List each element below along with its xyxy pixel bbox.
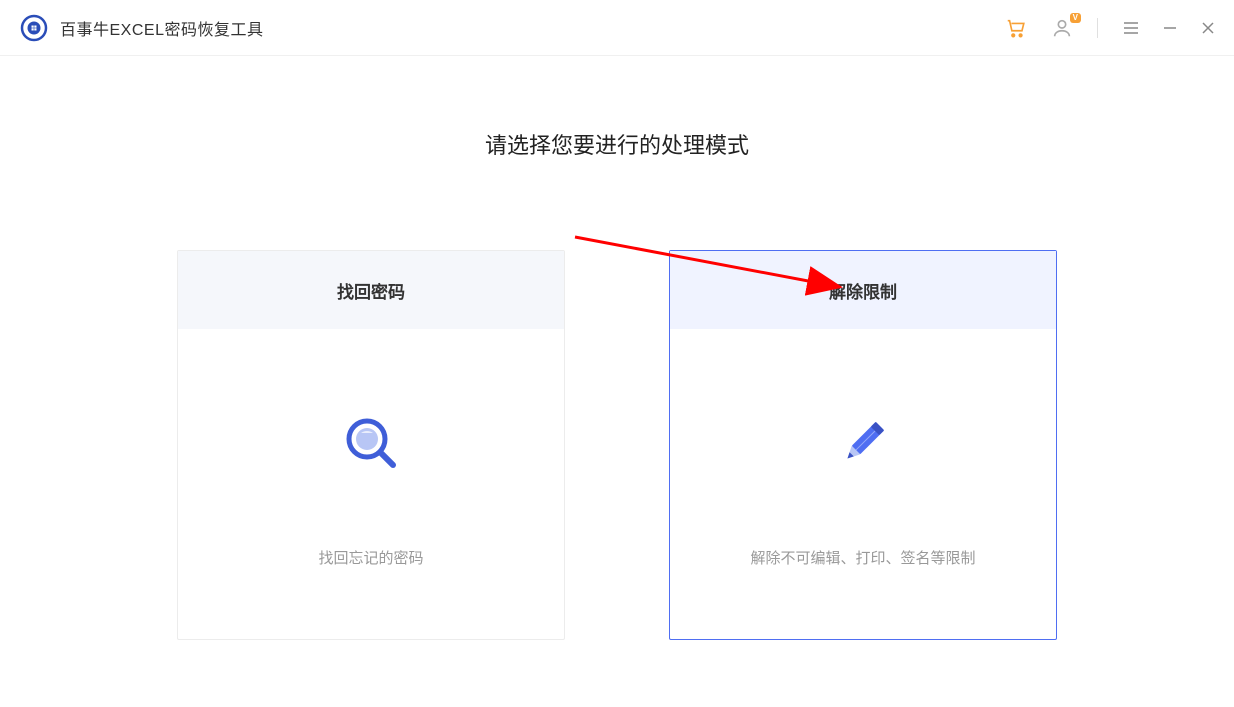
card-remove-restriction[interactable]: 解除限制 解除不可编辑、打印、签名等限制 [669,250,1057,640]
window-controls [1122,19,1216,37]
titlebar-left: 百事牛EXCEL密码恢复工具 [20,14,263,42]
titlebar: 百事牛EXCEL密码恢复工具 V [0,0,1234,56]
titlebar-divider [1097,18,1098,38]
mode-cards: 找回密码 找回忘记的密码 解除限制 [177,250,1057,640]
main-content: 请选择您要进行的处理模式 找回密码 找回忘记的密码 解除限制 [0,56,1234,640]
page-heading: 请选择您要进行的处理模式 [485,128,749,160]
cart-icon[interactable] [1005,17,1027,39]
titlebar-right: V [1005,17,1216,39]
pencil-icon [831,411,895,475]
card-remove-title: 解除限制 [670,251,1056,329]
user-icon[interactable]: V [1051,17,1073,39]
magnifier-icon [339,411,403,475]
minimize-icon[interactable] [1162,20,1178,36]
card-recover-title: 找回密码 [178,251,564,329]
menu-icon[interactable] [1122,19,1140,37]
card-recover-password[interactable]: 找回密码 找回忘记的密码 [177,250,565,640]
card-recover-body: 找回忘记的密码 [178,329,564,639]
close-icon[interactable] [1200,20,1216,36]
app-title: 百事牛EXCEL密码恢复工具 [60,16,263,40]
card-recover-desc: 找回忘记的密码 [318,547,423,568]
app-logo-icon [20,14,48,42]
card-remove-desc: 解除不可编辑、打印、签名等限制 [750,547,975,568]
vip-badge: V [1070,13,1081,23]
card-remove-body: 解除不可编辑、打印、签名等限制 [670,329,1056,639]
